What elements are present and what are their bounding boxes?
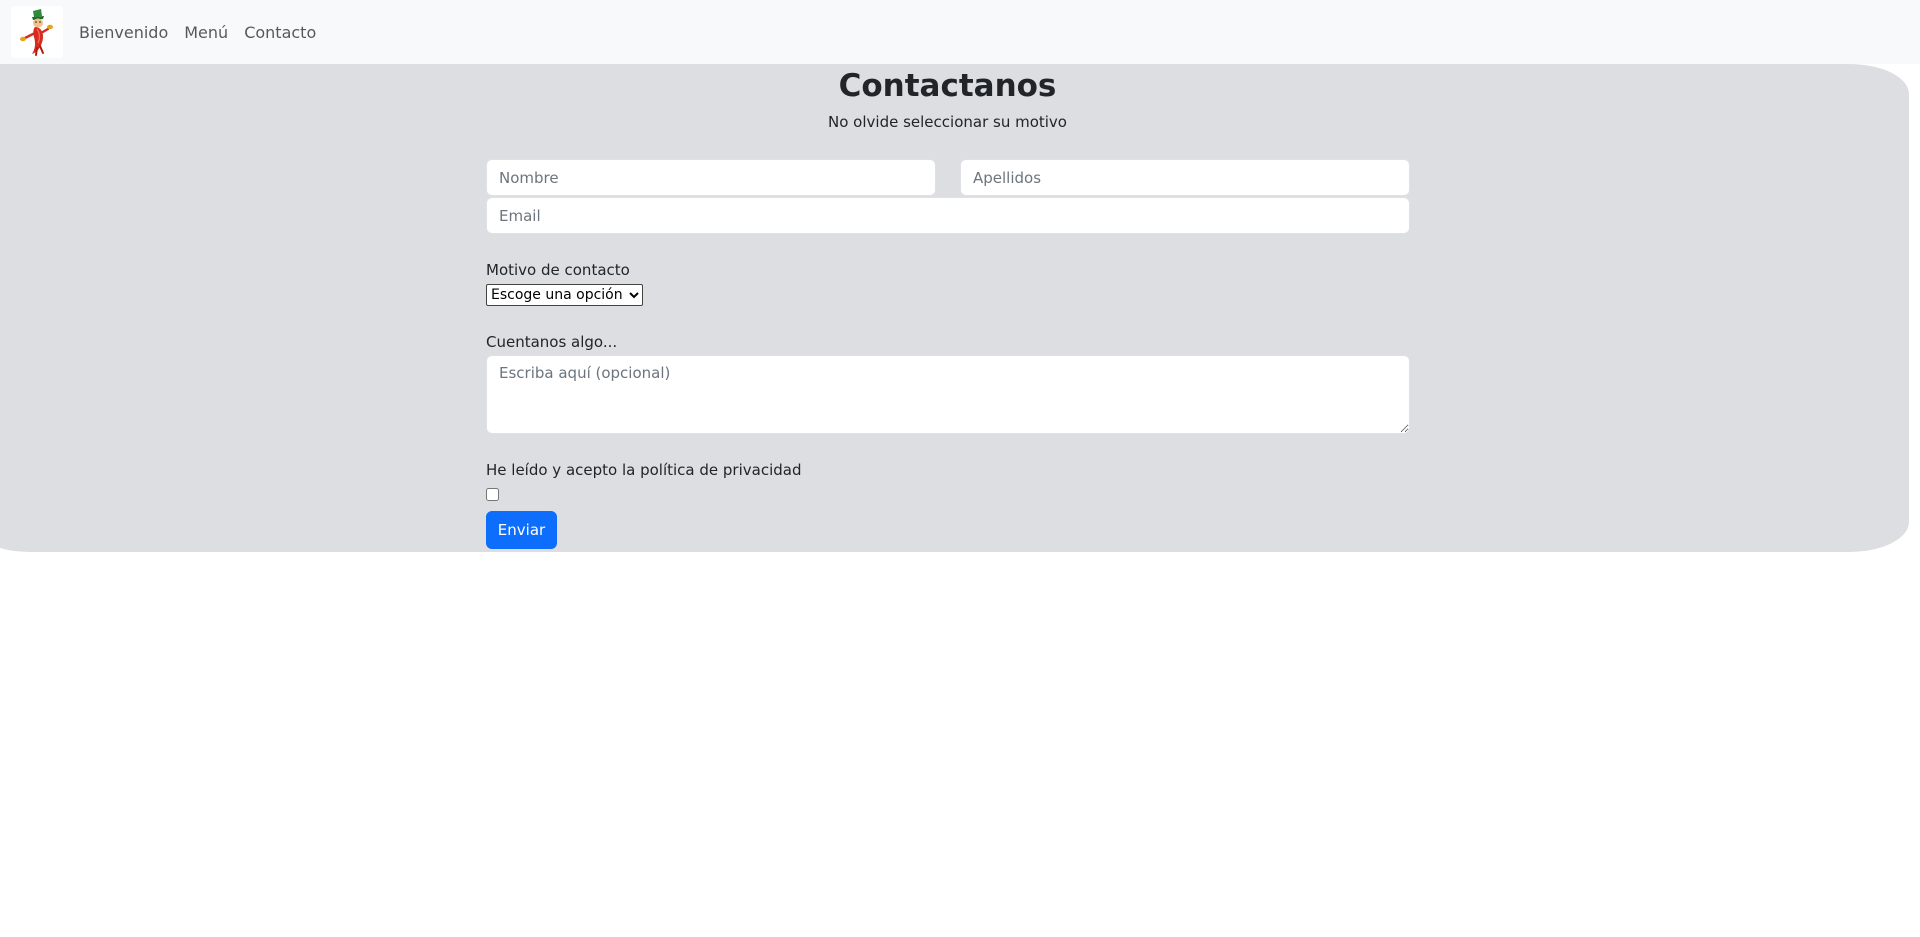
navbar: Bienvenido Menú Contacto — [0, 0, 1920, 64]
nav-item-menu[interactable]: Menú — [184, 23, 228, 42]
message-label: Cuentanos algo... — [486, 333, 618, 351]
contact-section — [0, 64, 1909, 552]
first-name-input[interactable] — [486, 159, 936, 196]
reason-select[interactable]: Escoge una opción — [486, 284, 643, 306]
privacy-checkbox[interactable] — [486, 488, 499, 501]
brand-logo[interactable] — [11, 6, 63, 58]
page-subtitle: No olvide seleccionar su motivo — [828, 113, 1067, 131]
page-title: Contactanos — [838, 68, 1057, 104]
chili-pepper-mascot-icon — [20, 9, 53, 56]
nav-item-contacto[interactable]: Contacto — [244, 23, 316, 42]
submit-button[interactable]: Enviar — [486, 511, 557, 549]
reason-label: Motivo de contacto — [486, 261, 630, 279]
last-name-input[interactable] — [960, 159, 1410, 196]
email-input[interactable] — [486, 197, 1410, 234]
nav-item-bienvenido[interactable]: Bienvenido — [79, 23, 168, 42]
privacy-label: He leído y acepto la política de privaci… — [486, 461, 802, 479]
message-textarea[interactable] — [486, 355, 1410, 434]
